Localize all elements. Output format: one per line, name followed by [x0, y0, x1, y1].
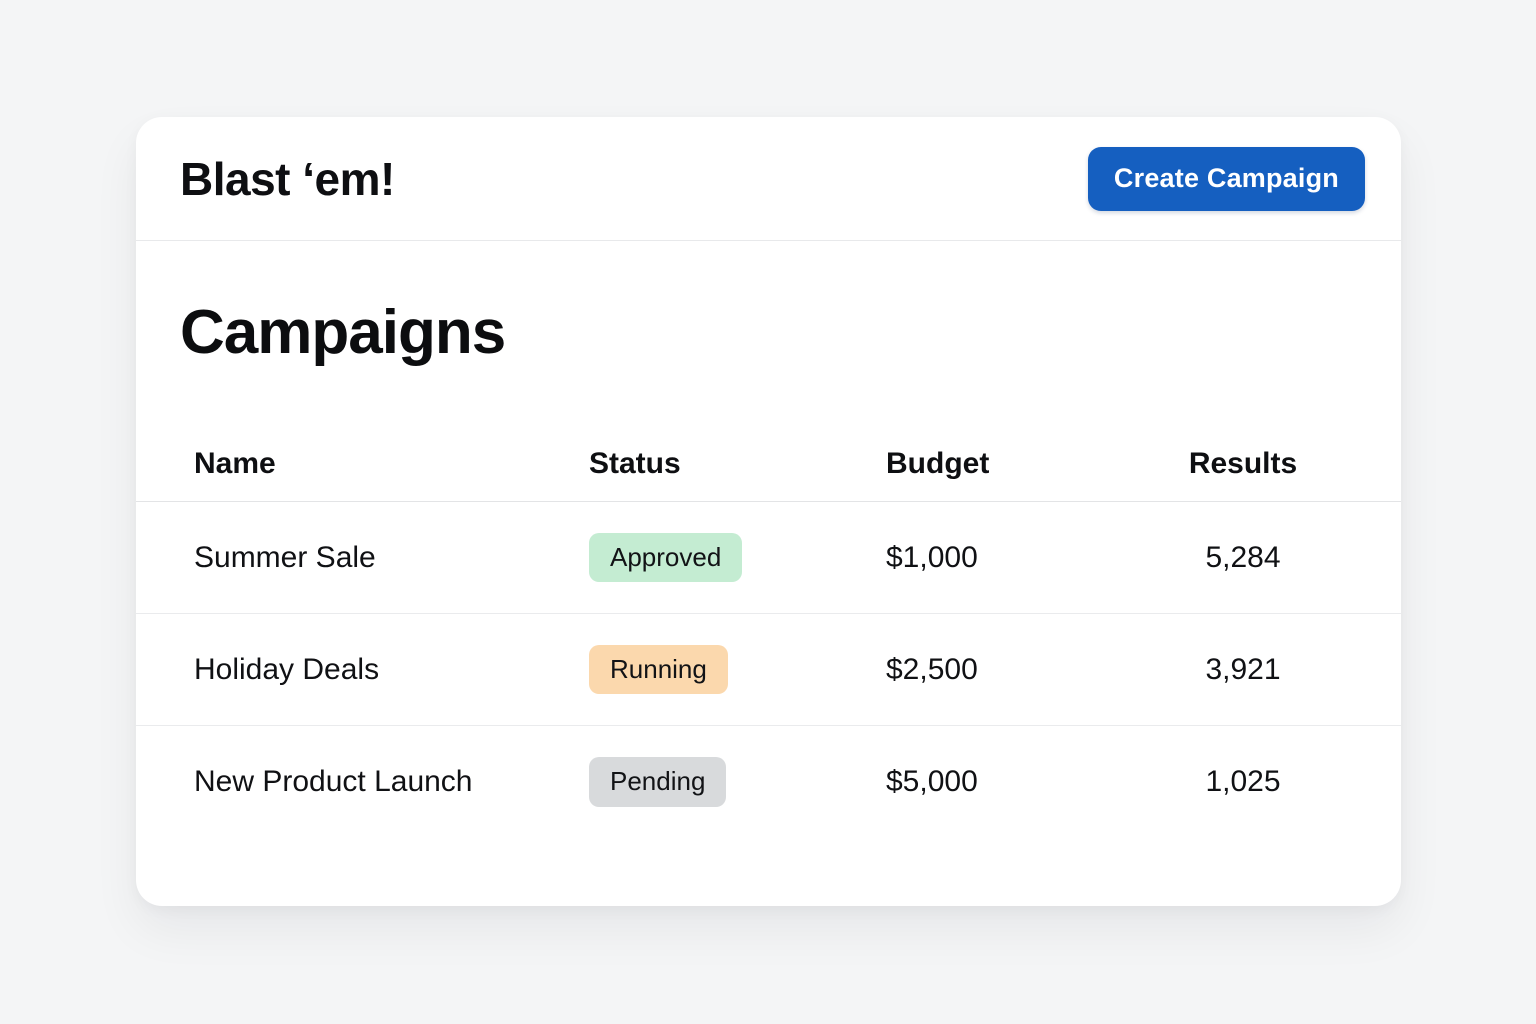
status-badge-running: Running [589, 645, 728, 694]
page: Blast ‘em! Create Campaign Campaigns Nam… [0, 0, 1536, 1024]
cell-results: 3,921 [1129, 653, 1357, 687]
campaigns-table: Name Status Budget Results Summer Sale A… [136, 426, 1401, 838]
campaigns-section: Campaigns Name Status Budget Results Sum… [136, 297, 1401, 838]
cell-budget: $5,000 [872, 765, 1129, 799]
cell-budget: $2,500 [872, 653, 1129, 687]
column-header-budget: Budget [872, 447, 1129, 481]
column-header-results: Results [1129, 447, 1357, 481]
cell-results: 5,284 [1129, 541, 1357, 575]
status-badge-approved: Approved [589, 533, 742, 582]
column-header-status: Status [575, 447, 872, 481]
page-title: Blast ‘em! [180, 152, 395, 206]
card-header: Blast ‘em! Create Campaign [136, 117, 1401, 241]
cell-campaign-name: Summer Sale [180, 541, 575, 575]
create-campaign-button[interactable]: Create Campaign [1088, 147, 1365, 211]
cell-results: 1,025 [1129, 765, 1357, 799]
table-row-holiday-deals: Holiday Deals Running $2,500 3,921 [136, 614, 1401, 726]
cell-campaign-name: New Product Launch [180, 765, 575, 799]
table-row-new-product-launch: New Product Launch Pending $5,000 1,025 [136, 726, 1401, 838]
cell-budget: $1,000 [872, 541, 1129, 575]
cell-status: Pending [575, 757, 872, 806]
cell-campaign-name: Holiday Deals [180, 653, 575, 687]
cell-status: Running [575, 645, 872, 694]
cell-status: Approved [575, 533, 872, 582]
table-header-row: Name Status Budget Results [136, 426, 1401, 502]
section-title: Campaigns [180, 297, 1357, 368]
status-badge-pending: Pending [589, 757, 726, 806]
app-card: Blast ‘em! Create Campaign Campaigns Nam… [136, 117, 1401, 906]
column-header-name: Name [180, 447, 575, 481]
table-row-summer-sale: Summer Sale Approved $1,000 5,284 [136, 502, 1401, 614]
